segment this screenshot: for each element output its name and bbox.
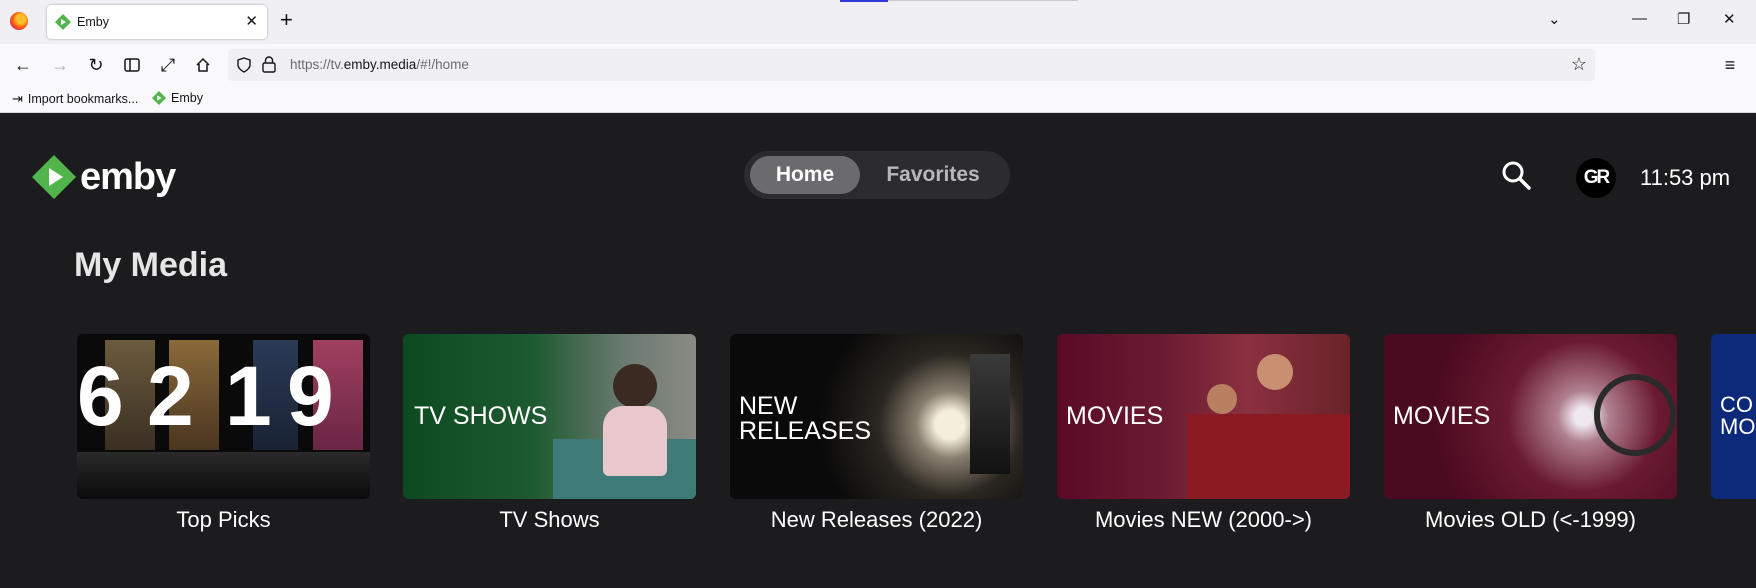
list-all-tabs-icon[interactable]: ⌄ bbox=[1548, 10, 1561, 28]
bookmark-emby[interactable]: Emby bbox=[152, 91, 203, 105]
clock: 11:53 pm bbox=[1640, 165, 1731, 190]
poster-collage: 6 2 1 9 bbox=[77, 334, 370, 499]
import-icon: ⇥ bbox=[12, 91, 23, 106]
library-caption-movies-new[interactable]: Movies NEW (2000->) bbox=[1057, 507, 1350, 533]
fullscreen-icon[interactable]: ⤢ bbox=[156, 53, 180, 77]
emby-favicon-icon bbox=[55, 14, 71, 30]
shield-icon[interactable] bbox=[236, 57, 252, 73]
tab-favorites[interactable]: Favorites bbox=[868, 156, 998, 194]
emby-logo-icon bbox=[32, 155, 76, 199]
library-card-movies-new[interactable]: MOVIES bbox=[1057, 334, 1350, 499]
tab-home[interactable]: Home bbox=[750, 156, 860, 194]
bookmark-import[interactable]: ⇥ Import bookmarks... bbox=[12, 91, 138, 107]
bookmarks-toolbar: ⇥ Import bookmarks... Emby bbox=[0, 86, 1756, 113]
navigation-toolbar: ← → ↻ ⤢ https://tv.emby.media/#!/home ☆ … bbox=[0, 44, 1756, 86]
new-tab-icon[interactable]: + bbox=[280, 9, 293, 31]
section-title: My Media bbox=[74, 246, 228, 284]
reload-icon[interactable]: ↻ bbox=[84, 53, 108, 77]
bookmark-star-icon[interactable]: ☆ bbox=[1571, 54, 1587, 75]
firefox-menu-icon[interactable] bbox=[10, 12, 28, 30]
tab-close-icon[interactable]: ✕ bbox=[245, 12, 258, 30]
url-bar[interactable]: https://tv.emby.media/#!/home ☆ bbox=[228, 49, 1595, 81]
sidebar-icon[interactable] bbox=[120, 53, 144, 77]
emby-favicon-icon bbox=[152, 91, 166, 105]
library-card-partial[interactable]: CO MO bbox=[1711, 334, 1756, 499]
library-caption-tv-shows[interactable]: TV Shows bbox=[403, 507, 696, 533]
tab-strip: Emby ✕ + ⌄ — ❐ ✕ bbox=[0, 0, 1756, 44]
tab-divider bbox=[888, 0, 1078, 1]
library-caption-new-releases[interactable]: New Releases (2022) bbox=[730, 507, 1023, 533]
library-caption-movies-old[interactable]: Movies OLD (<-1999) bbox=[1384, 507, 1677, 533]
forward-icon[interactable]: → bbox=[48, 53, 72, 77]
home-nav: Home Favorites bbox=[744, 151, 1010, 199]
library-caption-top-picks[interactable]: Top Picks bbox=[77, 507, 370, 533]
minimize-icon[interactable]: — bbox=[1632, 10, 1647, 27]
library-card-tv-shows[interactable]: TV SHOWS bbox=[403, 334, 696, 499]
audience-image bbox=[1257, 354, 1293, 390]
tab-highlight bbox=[840, 0, 888, 2]
tab-title: Emby bbox=[77, 15, 109, 29]
url-text[interactable]: https://tv.emby.media/#!/home bbox=[290, 57, 469, 72]
home-icon[interactable] bbox=[191, 53, 215, 77]
person-image bbox=[613, 364, 657, 408]
library-card-top-picks[interactable]: 6 2 1 9 bbox=[77, 334, 370, 499]
library-card-movies-old[interactable]: MOVIES bbox=[1384, 334, 1677, 499]
user-avatar[interactable]: GR bbox=[1576, 158, 1616, 198]
window-close-icon[interactable]: ✕ bbox=[1723, 10, 1736, 28]
spotlight-image bbox=[970, 354, 1010, 474]
app-menu-icon[interactable]: ≡ bbox=[1718, 53, 1742, 77]
lock-icon[interactable] bbox=[262, 56, 276, 73]
tab-emby[interactable]: Emby ✕ bbox=[47, 5, 267, 39]
emby-logo[interactable]: emby bbox=[32, 155, 176, 199]
restore-icon[interactable]: ❐ bbox=[1677, 10, 1690, 28]
library-card-new-releases[interactable]: NEW RELEASES bbox=[730, 334, 1023, 499]
back-icon[interactable]: ← bbox=[11, 53, 35, 77]
emby-app: emby Home Favorites GR 11:53 pm My Media… bbox=[0, 113, 1756, 588]
search-icon[interactable] bbox=[1500, 159, 1532, 191]
